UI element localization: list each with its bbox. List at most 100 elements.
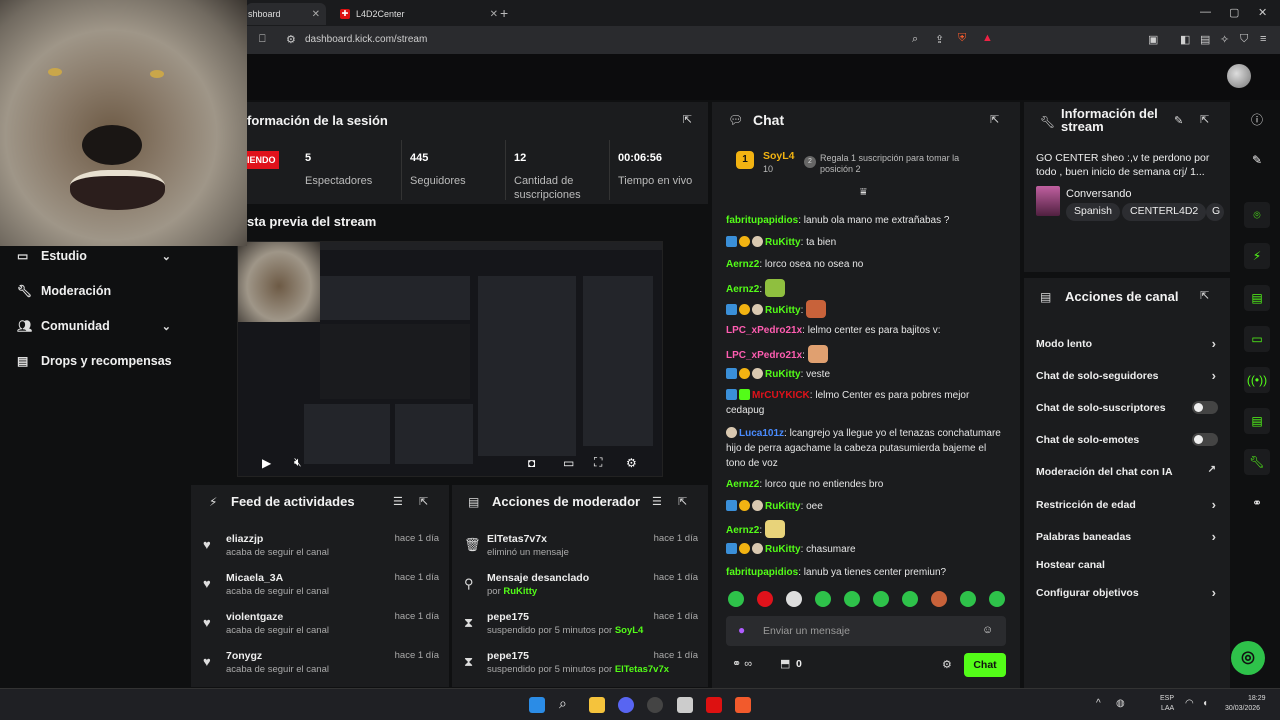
info-icon[interactable]: ⓘ	[1244, 107, 1270, 133]
quick-emote-icon[interactable]	[902, 591, 918, 607]
theater-icon[interactable]: ▭	[563, 456, 574, 470]
popout-icon[interactable]: ⇱	[419, 495, 428, 508]
leo-icon[interactable]: ✧	[1220, 33, 1229, 46]
quick-emote-icon[interactable]	[989, 591, 1005, 607]
channel-action-item[interactable]: Configurar objetivos ›	[1036, 585, 1222, 600]
close-tab-icon[interactable]: ✕	[490, 9, 498, 20]
moderation-icon[interactable]: ▤	[1244, 408, 1270, 434]
tag-spanish[interactable]: Spanish	[1066, 203, 1120, 221]
mod-action-by[interactable]: SoyL4	[615, 625, 644, 636]
reader-icon[interactable]: ◧	[1180, 33, 1190, 46]
channel-action-item[interactable]: Modo lento ›	[1036, 336, 1222, 351]
chat-input-field[interactable]: ● Enviar un mensaje ☺	[726, 616, 1006, 646]
popout-icon[interactable]: ⇱	[1200, 113, 1209, 126]
discord-icon[interactable]	[618, 697, 634, 713]
connections-icon[interactable]: ⚭	[1244, 490, 1270, 516]
channel-action-item[interactable]: Chat de solo-emotes	[1036, 433, 1222, 446]
channel-action-item[interactable]: Chat de solo-suscriptores	[1036, 401, 1222, 414]
play-icon[interactable]: ▶	[262, 456, 271, 470]
quick-emote-icon[interactable]	[815, 591, 831, 607]
tray-overflow-icon[interactable]: ^	[1096, 698, 1101, 709]
settings-icon[interactable]: ⚙	[626, 456, 637, 470]
tray-app-icon[interactable]: ◍	[1116, 698, 1125, 709]
sidebar-item-comunidad[interactable]: 👥︎ Comunidad ⌄	[17, 319, 177, 333]
chat-username[interactable]: Aernz2	[726, 259, 759, 270]
app-icon[interactable]	[677, 697, 693, 713]
sidebar-item-moderacion[interactable]: 🔧︎ Moderación	[17, 284, 177, 298]
brave-shield-icon[interactable]: ⛨	[958, 32, 966, 45]
gift-icon[interactable]: ⬒	[780, 657, 790, 670]
help-button[interactable]: ◎	[1231, 641, 1265, 675]
minimize-icon[interactable]: —	[1200, 6, 1211, 18]
category-name[interactable]: Conversando	[1066, 188, 1131, 200]
chat-username[interactable]: LPC_xPedro21x	[726, 325, 802, 336]
category-thumbnail[interactable]	[1036, 186, 1060, 216]
feed-user[interactable]: Micaela_3A	[226, 572, 283, 584]
channel-action-item[interactable]: Palabras baneadas ›	[1036, 529, 1222, 544]
chat-username[interactable]: RuKitty	[765, 237, 801, 248]
quick-emote-icon[interactable]	[873, 591, 889, 607]
mod-action-title[interactable]: pepe175	[487, 611, 529, 623]
toggle-switch[interactable]	[1192, 401, 1218, 414]
close-window-icon[interactable]: ✕	[1258, 6, 1267, 19]
popout-icon[interactable]: ⇱	[1200, 289, 1209, 302]
broadcast-icon[interactable]: ((•))	[1244, 367, 1270, 393]
maximize-icon[interactable]: ▢	[1229, 6, 1239, 19]
menu-icon[interactable]: ≡	[1260, 33, 1266, 45]
chat-username[interactable]: RuKitty	[765, 544, 801, 555]
close-tab-icon[interactable]: ✕	[312, 9, 320, 20]
quick-emote-icon[interactable]	[844, 591, 860, 607]
browser-tab-l4d2center[interactable]: ✚ L4D2Center ✕	[334, 3, 504, 25]
search-icon[interactable]: ⌕	[559, 695, 567, 712]
l4d2-icon[interactable]	[706, 697, 722, 713]
quick-emote-icon[interactable]	[728, 591, 744, 607]
chat-username[interactable]: MrCUYKICK	[752, 390, 810, 401]
channel-points-icon[interactable]: ⚭ ∞	[732, 657, 752, 670]
bookmark-icon[interactable]: ⎕	[259, 33, 266, 46]
popout-icon[interactable]: ⇱	[683, 113, 692, 126]
feed-user[interactable]: violentgaze	[226, 611, 283, 623]
quick-emote-icon[interactable]	[786, 591, 802, 607]
brave-rewards-icon[interactable]: ▲	[982, 32, 993, 44]
filter-icon[interactable]: ☰	[393, 495, 403, 508]
avatar[interactable]	[1227, 64, 1251, 88]
wallet-icon[interactable]: ▤	[1200, 33, 1210, 46]
sidebar-toggle-icon[interactable]: ▣	[1148, 33, 1158, 46]
quick-emote-icon[interactable]	[757, 591, 773, 607]
document-icon[interactable]: ▤	[1244, 285, 1270, 311]
mod-action-by[interactable]: ElTetas7v7x	[615, 664, 669, 675]
feed-user[interactable]: eliazzjp	[226, 533, 263, 545]
zoom-icon[interactable]: ⌕	[912, 33, 918, 46]
chat-bubble-icon[interactable]: ▭	[1244, 326, 1270, 352]
channel-action-item[interactable]: Hostear canal	[1036, 559, 1222, 571]
vpn-icon[interactable]: ⛉	[1240, 33, 1248, 46]
mod-action-by[interactable]: RuKitty	[503, 586, 537, 597]
chat-username[interactable]: fabritupapidios	[726, 215, 798, 226]
brave-browser-icon[interactable]	[735, 697, 751, 713]
chat-username[interactable]: Aernz2	[726, 479, 759, 490]
lightning-icon[interactable]: ⚡︎	[1244, 243, 1270, 269]
stream-preview-video[interactable]: ▶ 🔇︎ ◘ ▭ ⛶ ⚙	[237, 241, 663, 477]
microphone-icon[interactable]: ●	[738, 623, 745, 637]
clock-time[interactable]: 18:29	[1248, 695, 1266, 702]
obs-icon[interactable]	[647, 697, 663, 713]
filter-icon[interactable]: ☰	[652, 495, 662, 508]
sidebar-item-estudio[interactable]: ▭ Estudio ⌄	[17, 249, 177, 263]
url-input[interactable]: dashboard.kick.com/stream	[305, 34, 427, 45]
send-chat-button[interactable]: Chat	[964, 653, 1006, 677]
channel-action-item[interactable]: Moderación del chat con IA ↗	[1036, 464, 1222, 478]
chat-username[interactable]: Aernz2	[726, 525, 759, 536]
new-tab-icon[interactable]: +	[500, 5, 508, 21]
camera-icon[interactable]: ⌾	[1244, 202, 1270, 228]
fullscreen-icon[interactable]: ⛶	[594, 455, 602, 470]
pip-icon[interactable]: ◘	[528, 456, 535, 470]
channel-action-item[interactable]: Restricción de edad ›	[1036, 497, 1222, 512]
quick-emote-icon[interactable]	[931, 591, 947, 607]
edit-icon[interactable]: ✎	[1174, 114, 1183, 127]
mute-icon[interactable]: 🔇︎	[294, 455, 302, 470]
tag-more[interactable]: G	[1206, 203, 1224, 221]
share-icon[interactable]: ⇪	[935, 33, 944, 46]
file-explorer-icon[interactable]	[589, 697, 605, 713]
feed-user[interactable]: 7onygz	[226, 650, 262, 662]
popout-icon[interactable]: ⇱	[678, 495, 687, 508]
